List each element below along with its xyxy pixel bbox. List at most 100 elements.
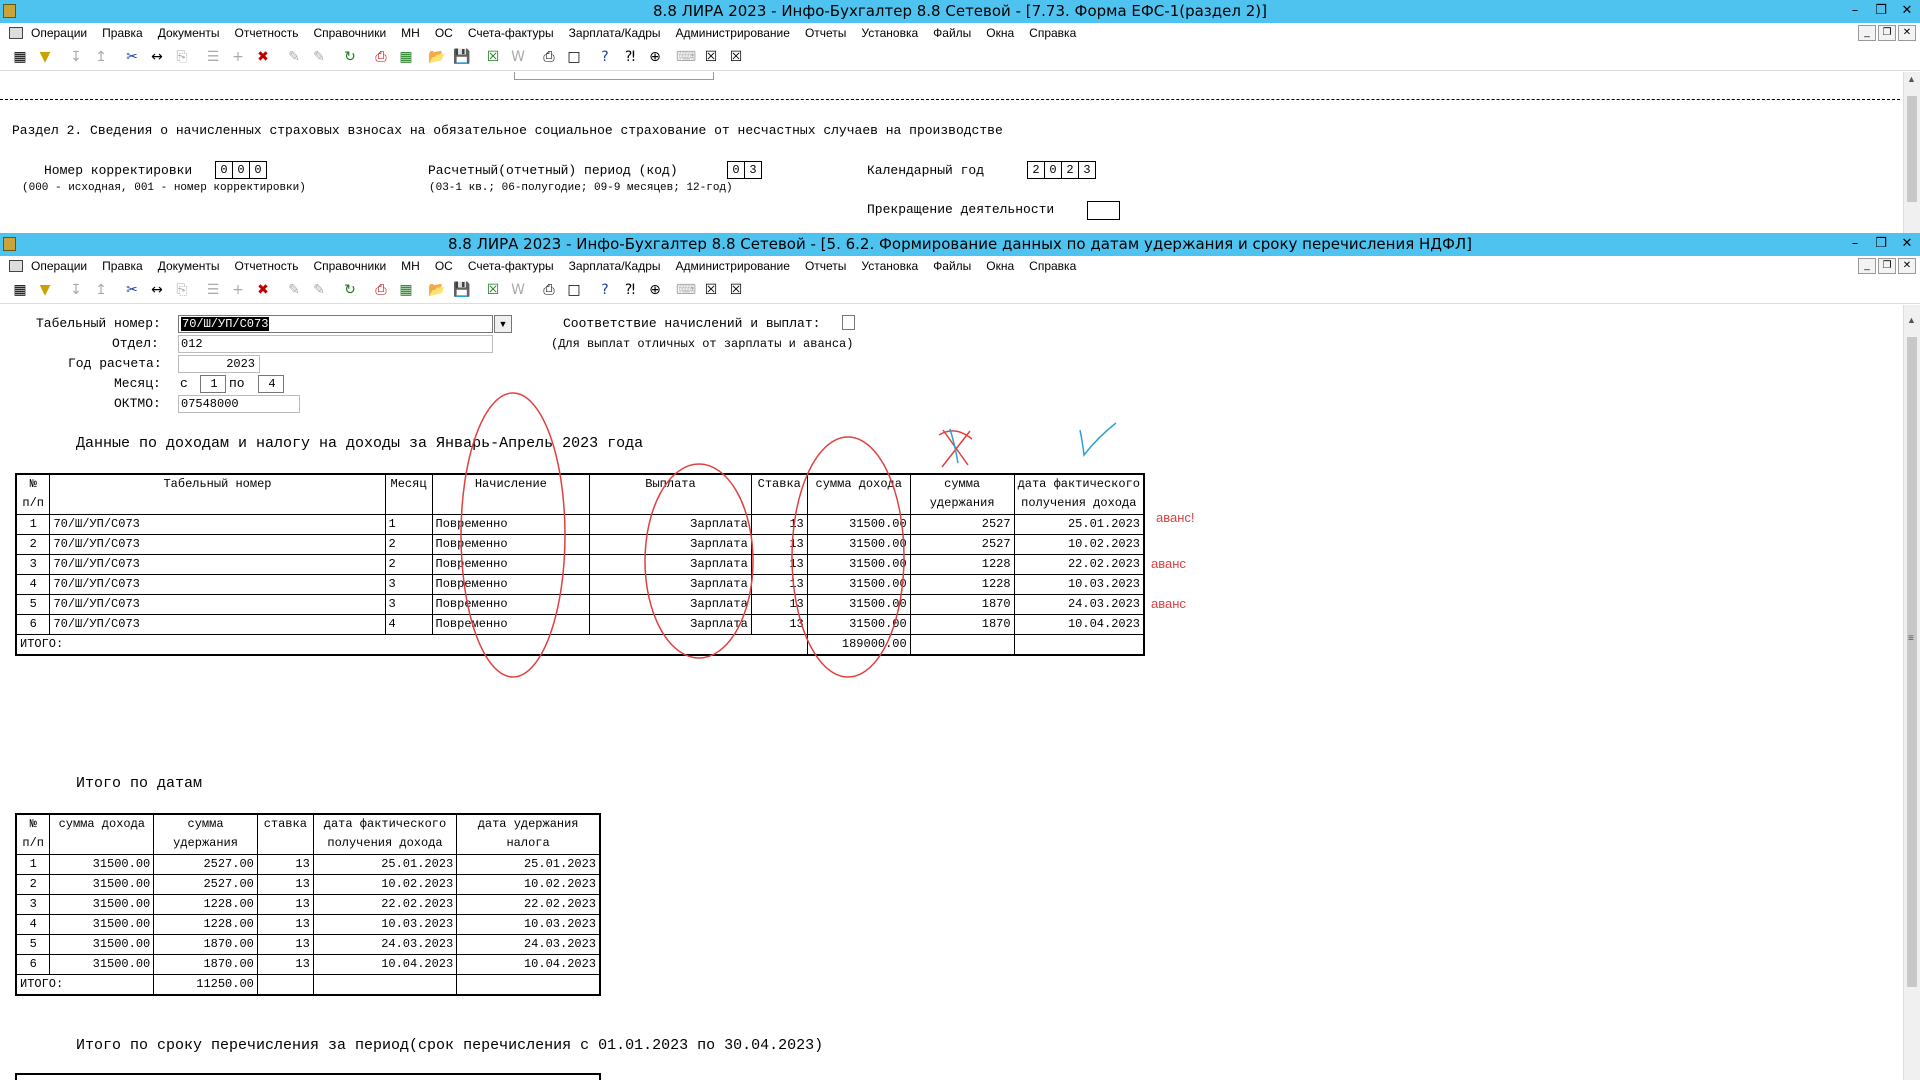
unmark-icon[interactable]: ✎: [308, 279, 330, 301]
menu-os[interactable]: ОС: [433, 256, 461, 276]
mdi-restore-button[interactable]: ❐: [1878, 25, 1896, 41]
app-icon[interactable]: [3, 237, 16, 251]
menu-invoices[interactable]: Счета-фактуры: [466, 23, 562, 43]
print-icon[interactable]: ⎙: [538, 46, 560, 68]
mdi-minimize-button[interactable]: _: [1858, 25, 1876, 41]
print-icon[interactable]: ⎙: [538, 279, 560, 301]
menu-windows[interactable]: Окна: [984, 256, 1022, 276]
pdf-icon[interactable]: ⎙: [370, 279, 392, 301]
menu-mn[interactable]: МН: [399, 256, 428, 276]
calc-icon[interactable]: ▦: [395, 279, 417, 301]
save-icon[interactable]: 💾: [451, 279, 473, 301]
menu-salary[interactable]: Зарплата/Кадры: [567, 23, 669, 43]
app-icon[interactable]: [3, 4, 16, 18]
menu-operations[interactable]: Операции: [29, 23, 95, 43]
correction-digit[interactable]: 0: [215, 161, 233, 179]
restore-button[interactable]: ❐: [1868, 233, 1894, 256]
correction-digit[interactable]: 0: [232, 161, 250, 179]
mark-icon[interactable]: ✎: [283, 279, 305, 301]
year-digit[interactable]: 3: [1078, 161, 1096, 179]
renumber-icon[interactable]: ☰: [202, 279, 224, 301]
calc-icon[interactable]: ▦: [395, 46, 417, 68]
context-help-icon[interactable]: ⁈: [619, 279, 641, 301]
add-icon[interactable]: +: [227, 279, 249, 301]
excel-icon[interactable]: ☒: [482, 279, 504, 301]
mdi-minimize-button[interactable]: _: [1858, 258, 1876, 274]
menu-edit[interactable]: Правка: [100, 23, 151, 43]
pdf-icon[interactable]: ⎙: [370, 46, 392, 68]
menu-os[interactable]: ОС: [433, 23, 461, 43]
close-all-icon[interactable]: ☒: [725, 279, 747, 301]
cut-icon[interactable]: ✂: [121, 46, 143, 68]
document-menu-icon[interactable]: [9, 260, 23, 272]
help-icon[interactable]: ?: [594, 46, 616, 68]
menu-reporting[interactable]: Отчетность: [233, 23, 307, 43]
preview-icon[interactable]: □: [563, 46, 585, 68]
year-digit[interactable]: 2: [1027, 161, 1045, 179]
delete-icon[interactable]: ✖: [252, 46, 274, 68]
word-icon[interactable]: W: [507, 46, 529, 68]
mdi-close-button[interactable]: ✕: [1898, 25, 1916, 41]
minimize-button[interactable]: –: [1842, 0, 1868, 23]
menu-documents[interactable]: Документы: [156, 23, 228, 43]
paste-icon[interactable]: ⎘: [171, 279, 193, 301]
menu-reports[interactable]: Отчеты: [803, 23, 854, 43]
mark-icon[interactable]: ✎: [283, 46, 305, 68]
calendar-year[interactable]: 2 0 2 3: [1027, 161, 1096, 179]
copy-icon[interactable]: ↔: [146, 46, 168, 68]
keyboard-icon[interactable]: ⌨: [675, 279, 697, 301]
mdi-close-button[interactable]: ✕: [1898, 258, 1916, 274]
window2-titlebar[interactable]: 8.8 ЛИРА 2023 - Инфо-Бухгалтер 8.8 Сетев…: [0, 233, 1920, 256]
context-help-icon[interactable]: ⁈: [619, 46, 641, 68]
renumber-icon[interactable]: ☰: [202, 46, 224, 68]
document-menu-icon[interactable]: [9, 27, 23, 39]
paste-icon[interactable]: ⎘: [171, 46, 193, 68]
menu-documents[interactable]: Документы: [156, 256, 228, 276]
menu-admin[interactable]: Администрирование: [674, 256, 798, 276]
sort-asc-icon[interactable]: ↧: [65, 46, 87, 68]
correction-digit[interactable]: 0: [249, 161, 267, 179]
menu-edit[interactable]: Правка: [100, 256, 151, 276]
save-icon[interactable]: 💾: [451, 46, 473, 68]
preview-icon[interactable]: □: [563, 279, 585, 301]
excel-icon[interactable]: ☒: [482, 46, 504, 68]
menu-help[interactable]: Справка: [1027, 23, 1084, 43]
keyboard-icon[interactable]: ⌨: [675, 46, 697, 68]
help-icon[interactable]: ?: [594, 279, 616, 301]
menu-directories[interactable]: Справочники: [311, 23, 394, 43]
info-icon[interactable]: ⊕: [644, 279, 666, 301]
window1-titlebar[interactable]: 8.8 ЛИРА 2023 - Инфо-Бухгалтер 8.8 Сетев…: [0, 0, 1920, 23]
filter-icon[interactable]: ▼: [34, 279, 56, 301]
menu-operations[interactable]: Операции: [29, 256, 95, 276]
sort-desc-icon[interactable]: ↥: [90, 279, 112, 301]
stop-activity-field[interactable]: [1087, 201, 1120, 220]
open-folder-icon[interactable]: 📂: [426, 279, 448, 301]
refresh-icon[interactable]: ↻: [339, 46, 361, 68]
menu-directories[interactable]: Справочники: [311, 256, 394, 276]
close-all-icon[interactable]: ☒: [725, 46, 747, 68]
close-doc-icon[interactable]: ☒: [700, 279, 722, 301]
period-digit[interactable]: 3: [744, 161, 762, 179]
cut-icon[interactable]: ✂: [121, 279, 143, 301]
menu-settings[interactable]: Установка: [859, 23, 926, 43]
sort-desc-icon[interactable]: ↥: [90, 46, 112, 68]
minimize-button[interactable]: –: [1842, 233, 1868, 256]
year-digit[interactable]: 2: [1061, 161, 1079, 179]
close-doc-icon[interactable]: ☒: [700, 46, 722, 68]
period-code[interactable]: 0 3: [727, 161, 762, 179]
year-digit[interactable]: 0: [1044, 161, 1062, 179]
window2-vscroll[interactable]: ▲ ≡: [1903, 305, 1920, 1080]
menu-settings[interactable]: Установка: [859, 256, 926, 276]
menu-invoices[interactable]: Счета-фактуры: [466, 256, 562, 276]
delete-icon[interactable]: ✖: [252, 279, 274, 301]
close-button[interactable]: ✕: [1894, 0, 1920, 23]
open-folder-icon[interactable]: 📂: [426, 46, 448, 68]
menu-help[interactable]: Справка: [1027, 256, 1084, 276]
filter-icon[interactable]: ▼: [34, 46, 56, 68]
menu-reports[interactable]: Отчеты: [803, 256, 854, 276]
menu-admin[interactable]: Администрирование: [674, 23, 798, 43]
menu-files[interactable]: Файлы: [931, 256, 979, 276]
menu-files[interactable]: Файлы: [931, 23, 979, 43]
menu-windows[interactable]: Окна: [984, 23, 1022, 43]
sort-asc-icon[interactable]: ↧: [65, 279, 87, 301]
